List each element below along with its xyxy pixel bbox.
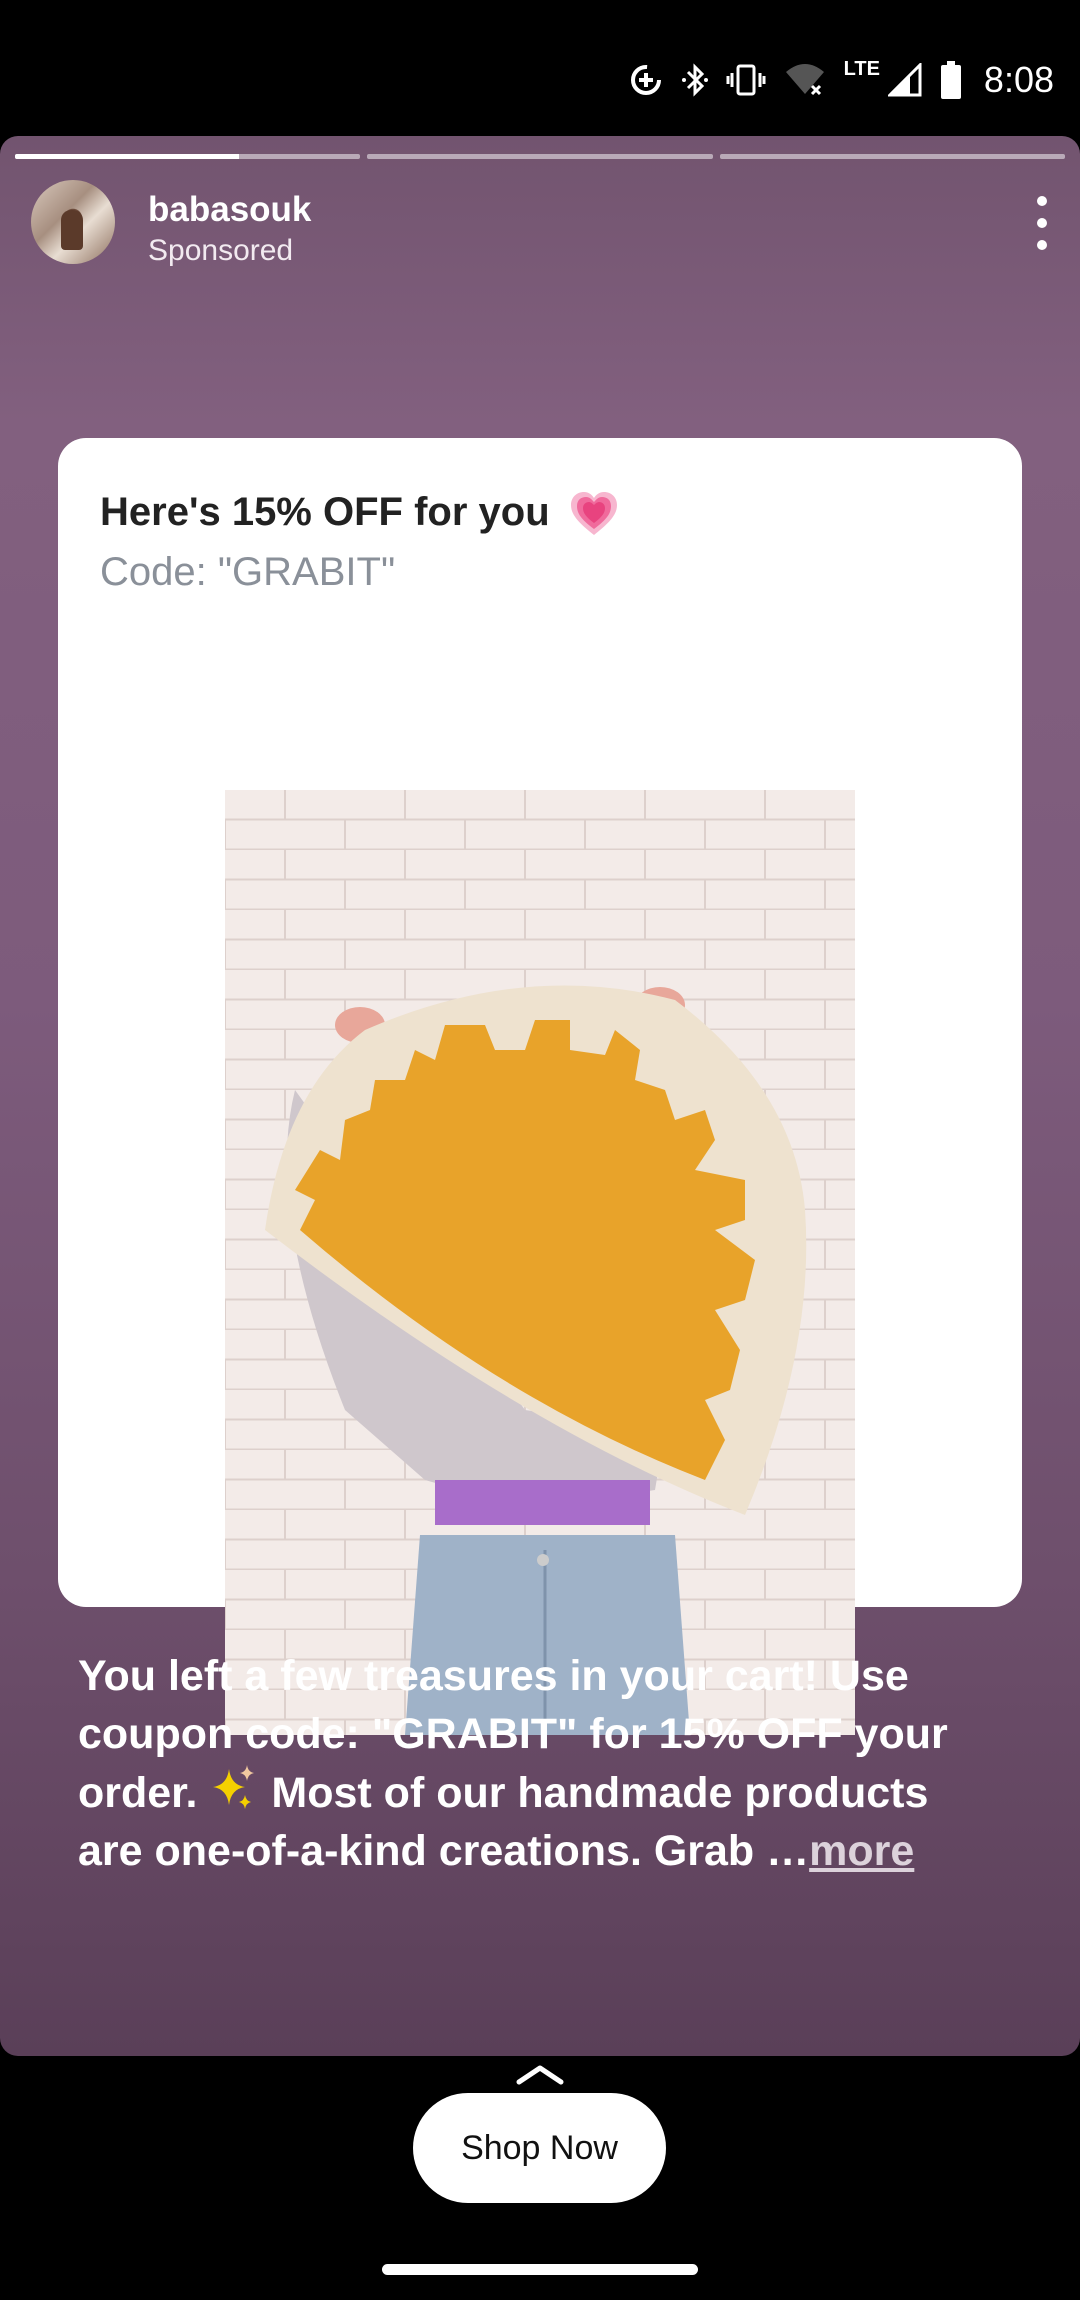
story-panel[interactable]: babasouk Sponsored Here's 15% OFF for yo… bbox=[0, 136, 1080, 2056]
chevron-up-icon[interactable] bbox=[515, 2064, 565, 2086]
avatar-figure bbox=[61, 210, 83, 250]
avatar[interactable] bbox=[31, 180, 115, 264]
username[interactable]: babasouk bbox=[148, 190, 311, 230]
offer-title-text: Here's 15% OFF for you bbox=[100, 490, 550, 534]
caption-line: You left a few treasures in your cart! U… bbox=[78, 1652, 909, 1700]
pink-heart-icon bbox=[570, 492, 617, 536]
cell-signal-icon bbox=[887, 63, 922, 97]
caption-line: order. Most of our handmade products bbox=[78, 1763, 1018, 1823]
offer-card: Here's 15% OFF for you Code: "GRABIT" bbox=[58, 438, 1022, 1735]
vibrate-icon bbox=[726, 64, 766, 96]
sparkles-icon bbox=[213, 1765, 255, 1809]
bluetooth-icon bbox=[681, 63, 708, 97]
shop-now-button[interactable]: Shop Now bbox=[413, 2093, 666, 2203]
offer-title: Here's 15% OFF for you bbox=[100, 490, 619, 537]
data-saver-icon bbox=[630, 65, 661, 95]
network-type: LTE bbox=[843, 58, 880, 80]
story-progress bbox=[15, 154, 1065, 159]
caption-text: order. bbox=[78, 1769, 198, 1817]
progress-segment bbox=[719, 154, 1065, 159]
coupon-code: Code: "GRABIT" bbox=[100, 550, 396, 594]
caption-line: coupon code: "GRABIT" for 15% OFF your bbox=[78, 1709, 948, 1758]
status-bar: LTE 8:08 bbox=[0, 0, 1080, 136]
clock: 8:08 bbox=[983, 59, 1054, 100]
home-indicator[interactable] bbox=[382, 2264, 698, 2275]
progress-fill bbox=[15, 154, 240, 159]
progress-segment bbox=[15, 154, 361, 159]
progress-segment bbox=[367, 154, 713, 159]
more-link[interactable]: more bbox=[809, 1827, 914, 1875]
product-image bbox=[225, 790, 855, 1735]
battery-icon bbox=[940, 61, 961, 99]
wifi-off-icon bbox=[785, 64, 824, 96]
more-vertical-icon[interactable] bbox=[1026, 196, 1058, 250]
caption-text: are one-of-a-kind creations. Grab … bbox=[78, 1826, 810, 1875]
caption-text: Most of our handmade products bbox=[271, 1769, 929, 1817]
story-header: babasouk Sponsored bbox=[0, 180, 1080, 275]
rug-photo bbox=[225, 790, 855, 1735]
ad-caption: You left a few treasures in your cart! U… bbox=[78, 1648, 1018, 1880]
sponsored-label: Sponsored bbox=[148, 234, 294, 267]
caption-line: are one-of-a-kind creations. Grab …more bbox=[78, 1823, 1018, 1881]
